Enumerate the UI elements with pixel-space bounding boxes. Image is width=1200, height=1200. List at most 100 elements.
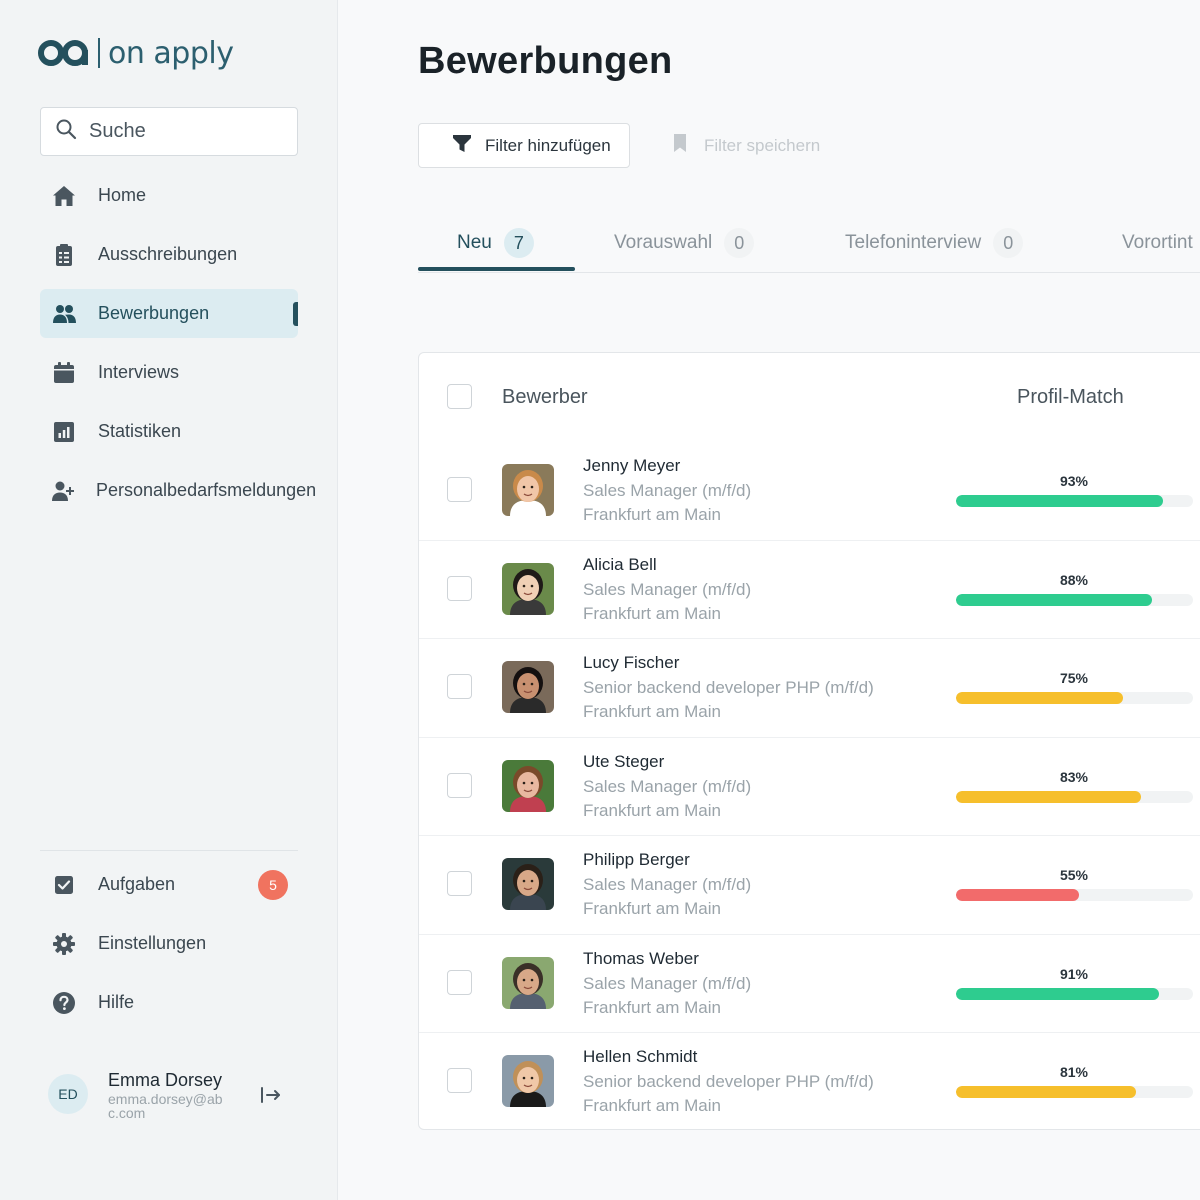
applicant-photo bbox=[502, 661, 554, 713]
sidebar-item-statistiken[interactable]: Statistiken bbox=[40, 407, 298, 456]
sidebar-item-label: Ausschreibungen bbox=[98, 244, 238, 264]
match-percentage: 88% bbox=[1059, 571, 1089, 588]
match-percentage: 55% bbox=[1059, 867, 1089, 883]
search-box[interactable] bbox=[40, 107, 298, 156]
tab-vorortinterview[interactable]: Vorortint bbox=[1122, 226, 1193, 260]
applicant-name[interactable]: Philipp Berger bbox=[583, 850, 690, 870]
applicant-location: Frankfurt am Main bbox=[583, 997, 721, 1017]
match-bar-fill bbox=[956, 1086, 1137, 1098]
match-bar-fill bbox=[956, 593, 1153, 606]
user-email: emma.dorsey@abc.com bbox=[108, 1091, 223, 1121]
sidebar-item-label: Statistiken bbox=[98, 421, 182, 441]
row-checkbox[interactable] bbox=[447, 871, 472, 896]
filter-icon bbox=[451, 132, 473, 159]
match-bar-track bbox=[956, 692, 1193, 704]
row-checkbox[interactable] bbox=[447, 477, 472, 502]
sidebar-item-label: Hilfe bbox=[98, 992, 135, 1012]
applicant-job: Senior backend developer PHP (m/f/d) bbox=[583, 1072, 874, 1091]
table-row[interactable]: Thomas Weber Sales Manager (m/f/d) Frankfu… bbox=[419, 934, 1200, 1033]
match-bar-fill bbox=[956, 889, 1079, 901]
match-bar-track bbox=[956, 495, 1193, 507]
tab-neu[interactable]: Neu 7 bbox=[457, 226, 534, 260]
match-bar-track bbox=[956, 987, 1193, 1000]
add-filter-label: Filter hinzufügen bbox=[485, 135, 611, 155]
applicant-photo bbox=[502, 1055, 554, 1107]
search-input[interactable] bbox=[89, 120, 289, 143]
column-header-profile-match: Profil-Match bbox=[1017, 386, 1124, 408]
bookmark-icon bbox=[671, 132, 689, 159]
sidebar-item-label: Aufgaben bbox=[98, 874, 176, 894]
applicant-name[interactable]: Jenny Meyer bbox=[583, 456, 680, 476]
applicant-job: Sales Manager (m/f/d) bbox=[583, 776, 752, 796]
sidebar-item-label: Bewerbungen bbox=[98, 303, 210, 323]
sidebar-item-bewerbungen[interactable]: Bewerbungen bbox=[40, 289, 298, 338]
save-filter-button[interactable]: Filter speichern bbox=[656, 132, 820, 159]
sidebar-item-interviews[interactable]: Interviews bbox=[40, 348, 298, 397]
table-row[interactable]: Hellen Schmidt Senior backend developer P… bbox=[419, 1032, 1200, 1131]
applicant-name[interactable]: Hellen Schmidt bbox=[583, 1047, 697, 1067]
row-checkbox[interactable] bbox=[447, 575, 472, 601]
clipboard-icon bbox=[50, 241, 78, 269]
sidebar-item-hilfe[interactable]: Hilfe bbox=[40, 978, 298, 1027]
page-title: Bewerbungen bbox=[418, 40, 673, 82]
table-row[interactable]: Lucy Fischer Senior backend developer PHP… bbox=[419, 638, 1200, 737]
match-percentage: 75% bbox=[1059, 670, 1089, 686]
sidebar-item-einstellungen[interactable]: Einstellungen bbox=[40, 919, 298, 968]
chart-icon bbox=[50, 418, 78, 446]
applicant-location: Frankfurt am Main bbox=[583, 603, 721, 623]
applicant-location: Frankfurt am Main bbox=[583, 800, 721, 820]
row-checkbox[interactable] bbox=[447, 969, 472, 995]
row-checkbox[interactable] bbox=[447, 772, 472, 798]
row-checkbox[interactable] bbox=[447, 1068, 472, 1093]
sidebar: on apply Home Ausschreibungen Bewerbunge… bbox=[0, 0, 338, 1200]
table-row[interactable]: Alicia Bell Sales Manager (m/f/d) Frankfur… bbox=[419, 540, 1200, 639]
match-bar-track bbox=[956, 1086, 1193, 1098]
tab-vorauswahl[interactable]: Vorauswahl 0 bbox=[614, 226, 755, 260]
avatar[interactable]: ED bbox=[48, 1074, 88, 1114]
sidebar-divider bbox=[40, 850, 298, 851]
gear-icon bbox=[50, 930, 78, 958]
applicant-name[interactable]: Alicia Bell bbox=[583, 555, 657, 575]
table-row[interactable]: Philipp Berger Sales Manager (m/f/d) Frank… bbox=[419, 835, 1200, 934]
applicant-job: Senior backend developer PHP (m/f/d) bbox=[583, 678, 874, 697]
tab-label: Vorortint bbox=[1122, 232, 1193, 253]
applicant-name[interactable]: Lucy Fischer bbox=[583, 653, 679, 673]
sidebar-item-ausschreibungen[interactable]: Ausschreibungen bbox=[40, 230, 298, 279]
home-icon bbox=[50, 182, 78, 210]
tab-telefoninterview[interactable]: Telefoninterview 0 bbox=[845, 226, 1024, 260]
logo-mark-icon bbox=[38, 38, 90, 68]
save-filter-label: Filter speichern bbox=[704, 135, 821, 155]
row-checkbox[interactable] bbox=[447, 674, 472, 699]
applicants-table: Bewerber Profil-Match Jenny Meyer Sales M… bbox=[418, 352, 1200, 1130]
help-icon bbox=[50, 989, 78, 1017]
calendar-icon bbox=[50, 359, 78, 387]
applicant-photo bbox=[502, 759, 554, 812]
sidebar-item-personalbedarfsmeldungen[interactable]: Personalbedarfsmeldungen bbox=[40, 466, 316, 515]
applicant-name[interactable]: Thomas Weber bbox=[583, 949, 699, 969]
secondary-nav: Aufgaben 5 Einstellungen Hilfe bbox=[40, 860, 298, 1037]
applicant-location: Frankfurt am Main bbox=[583, 505, 721, 524]
match-percentage: 93% bbox=[1059, 473, 1089, 489]
match-percentage: 83% bbox=[1059, 768, 1089, 785]
applicant-job: Sales Manager (m/f/d) bbox=[583, 579, 752, 599]
active-tab-indicator bbox=[418, 267, 575, 271]
table-row[interactable]: Jenny Meyer Sales Manager (m/f/d) Frankfur… bbox=[419, 441, 1200, 540]
sidebar-item-label: Einstellungen bbox=[98, 933, 207, 953]
check-square-icon bbox=[50, 871, 78, 899]
tab-label: Vorauswahl bbox=[614, 232, 713, 253]
applicant-name[interactable]: Ute Steger bbox=[583, 752, 664, 772]
logo-separator bbox=[98, 38, 100, 68]
match-bar-fill bbox=[956, 790, 1141, 803]
select-all-checkbox[interactable] bbox=[447, 384, 472, 409]
column-header-applicant: Bewerber bbox=[502, 386, 588, 408]
logout-icon[interactable] bbox=[258, 1082, 284, 1108]
add-filter-button[interactable]: Filter hinzufügen bbox=[418, 123, 630, 168]
sidebar-item-home[interactable]: Home bbox=[40, 171, 298, 220]
applicant-photo bbox=[502, 858, 554, 910]
sidebar-item-aufgaben[interactable]: Aufgaben 5 bbox=[40, 860, 298, 909]
table-header: Bewerber Profil-Match bbox=[419, 353, 1200, 441]
table-row[interactable]: Ute Steger Sales Manager (m/f/d) Frankfurt… bbox=[419, 737, 1200, 836]
onapply-logo[interactable]: on apply bbox=[38, 32, 234, 74]
tab-label: Neu bbox=[457, 232, 492, 253]
match-bar-fill bbox=[956, 692, 1124, 704]
